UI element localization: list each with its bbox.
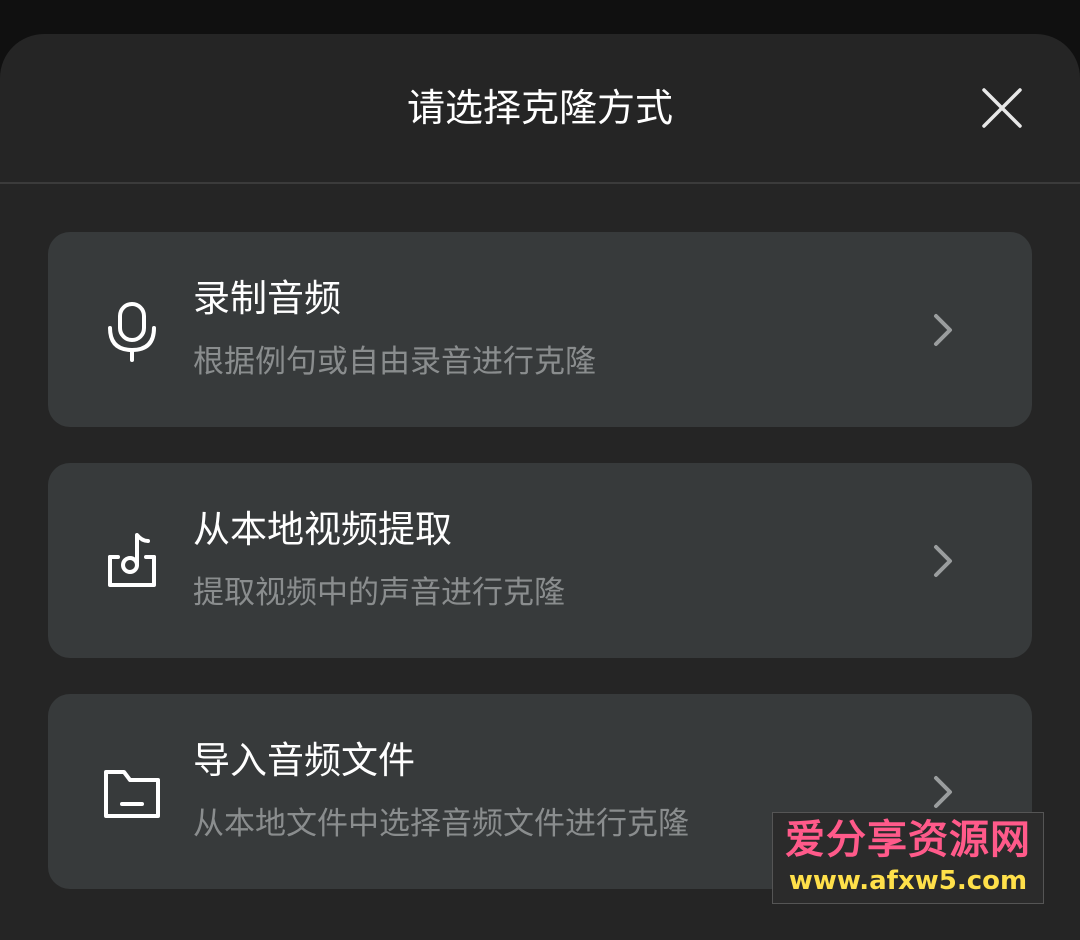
video-music-icon	[108, 533, 156, 587]
option-subtitle: 根据例句或自由录音进行克隆	[193, 344, 596, 380]
close-icon	[982, 88, 1022, 128]
header-divider	[0, 182, 1080, 184]
chevron-right-icon	[934, 314, 952, 346]
sheet-title: 请选择克隆方式	[406, 86, 673, 130]
sheet-header: 请选择克隆方式	[0, 34, 1080, 182]
watermark-url: www.afxw5.com	[788, 866, 1028, 896]
option-title: 录制音频	[193, 277, 341, 320]
watermark-overlay: 爱分享资源网 www.afxw5.com	[772, 812, 1044, 904]
option-record-audio[interactable]: 录制音频 根据例句或自由录音进行克隆	[48, 232, 1032, 427]
option-title: 从本地视频提取	[193, 508, 452, 551]
close-button[interactable]	[970, 78, 1034, 142]
chevron-right-icon	[934, 545, 952, 577]
chevron-right-icon	[934, 776, 952, 808]
option-subtitle: 从本地文件中选择音频文件进行克隆	[193, 806, 689, 842]
watermark-title: 爱分享资源网	[785, 817, 1031, 863]
option-title: 导入音频文件	[193, 739, 415, 782]
option-subtitle: 提取视频中的声音进行克隆	[193, 575, 565, 611]
clone-method-sheet: 请选择克隆方式 录制音频 根据例句或自由录音进行克隆 从本地视频提取 提取视频中…	[0, 34, 1080, 940]
folder-icon	[104, 770, 160, 818]
option-extract-from-video[interactable]: 从本地视频提取 提取视频中的声音进行克隆	[48, 463, 1032, 658]
microphone-icon	[108, 302, 156, 362]
